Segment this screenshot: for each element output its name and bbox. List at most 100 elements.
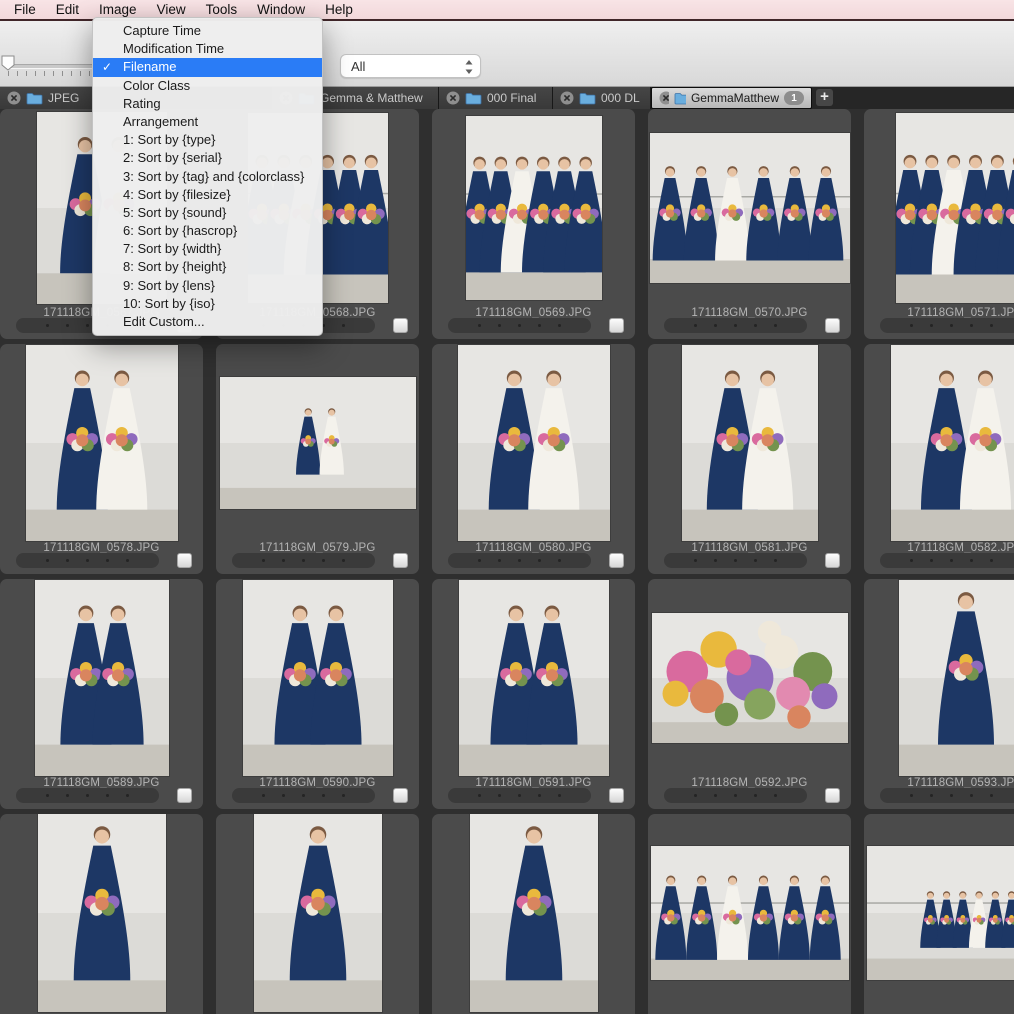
photo-thumbnail[interactable] — [864, 109, 1014, 307]
rating-dot[interactable] — [262, 794, 265, 797]
photo-thumbnail[interactable] — [216, 814, 419, 1012]
rating-dot[interactable] — [734, 324, 737, 327]
menu-item-edit-custom[interactable]: Edit Custom... — [93, 313, 322, 331]
tag-checkbox[interactable] — [177, 553, 192, 568]
menu-item-10-sort-by-iso[interactable]: 10: Sort by {iso} — [93, 295, 322, 313]
rating-dot[interactable] — [734, 794, 737, 797]
rating-dot[interactable] — [106, 559, 109, 562]
rating-dot[interactable] — [950, 794, 953, 797]
close-tab-icon[interactable] — [7, 91, 21, 105]
rating-dot[interactable] — [342, 794, 345, 797]
rating-bar[interactable] — [16, 553, 159, 568]
rating-bar[interactable] — [664, 553, 807, 568]
tag-checkbox[interactable] — [177, 788, 192, 803]
menu-item-rating[interactable]: Rating — [93, 95, 322, 113]
rating-dot[interactable] — [538, 559, 541, 562]
rating-dot[interactable] — [518, 324, 521, 327]
rating-dot[interactable] — [694, 324, 697, 327]
rating-dot[interactable] — [86, 559, 89, 562]
rating-bar[interactable] — [880, 788, 1014, 803]
rating-dot[interactable] — [302, 559, 305, 562]
rating-bar[interactable] — [16, 788, 159, 803]
rating-dot[interactable] — [322, 794, 325, 797]
rating-dot[interactable] — [342, 324, 345, 327]
menubar-item-help[interactable]: Help — [315, 0, 363, 19]
rating-bar[interactable] — [448, 788, 591, 803]
rating-dot[interactable] — [46, 324, 49, 327]
photo-thumbnail[interactable] — [0, 814, 203, 1012]
rating-dot[interactable] — [694, 794, 697, 797]
rating-dot[interactable] — [714, 324, 717, 327]
rating-dot[interactable] — [990, 324, 993, 327]
rating-bar[interactable] — [448, 318, 591, 333]
tab-000-dl[interactable]: 000 DL — [553, 87, 651, 109]
rating-dot[interactable] — [518, 794, 521, 797]
rating-bar[interactable] — [880, 553, 1014, 568]
rating-dot[interactable] — [990, 559, 993, 562]
rating-bar[interactable] — [880, 318, 1014, 333]
tab-gemmamatthew[interactable]: GemmaMatthew 1 — [651, 87, 812, 109]
rating-dot[interactable] — [126, 794, 129, 797]
menubar-item-file[interactable]: File — [4, 0, 46, 19]
rating-bar[interactable] — [664, 788, 807, 803]
rating-dot[interactable] — [342, 559, 345, 562]
photo-thumbnail[interactable] — [864, 579, 1014, 777]
close-tab-icon[interactable] — [560, 91, 574, 105]
rating-bar[interactable] — [232, 553, 375, 568]
rating-dot[interactable] — [46, 794, 49, 797]
photo-thumbnail[interactable] — [432, 814, 635, 1012]
rating-bar[interactable] — [664, 318, 807, 333]
rating-dot[interactable] — [86, 794, 89, 797]
rating-dot[interactable] — [950, 324, 953, 327]
rating-dot[interactable] — [990, 794, 993, 797]
menu-item-6-sort-by-hascrop[interactable]: 6: Sort by {hascrop} — [93, 222, 322, 240]
tag-checkbox[interactable] — [609, 788, 624, 803]
photo-thumbnail[interactable] — [432, 109, 635, 307]
add-tab-button[interactable]: + — [816, 89, 833, 106]
photo-thumbnail[interactable] — [648, 109, 851, 307]
menu-item-color-class[interactable]: Color Class — [93, 77, 322, 95]
rating-dot[interactable] — [66, 794, 69, 797]
menu-item-5-sort-by-sound[interactable]: 5: Sort by {sound} — [93, 204, 322, 222]
menu-item-4-sort-by-filesize[interactable]: 4: Sort by {filesize} — [93, 186, 322, 204]
rating-dot[interactable] — [774, 794, 777, 797]
rating-bar[interactable] — [448, 553, 591, 568]
photo-thumbnail[interactable] — [864, 344, 1014, 542]
rating-dot[interactable] — [498, 794, 501, 797]
rating-dot[interactable] — [970, 324, 973, 327]
rating-dot[interactable] — [910, 559, 913, 562]
rating-dot[interactable] — [86, 324, 89, 327]
close-tab-icon[interactable] — [659, 91, 669, 105]
rating-dot[interactable] — [322, 559, 325, 562]
photo-thumbnail[interactable] — [648, 344, 851, 542]
menu-item-capture-time[interactable]: Capture Time — [93, 22, 322, 40]
rating-dot[interactable] — [126, 559, 129, 562]
rating-dot[interactable] — [754, 324, 757, 327]
rating-dot[interactable] — [478, 794, 481, 797]
rating-dot[interactable] — [734, 559, 737, 562]
rating-dot[interactable] — [558, 324, 561, 327]
rating-dot[interactable] — [302, 794, 305, 797]
rating-dot[interactable] — [478, 324, 481, 327]
photo-thumbnail[interactable] — [0, 344, 203, 542]
thumbnail-size-slider-thumb[interactable] — [1, 55, 15, 71]
rating-dot[interactable] — [538, 324, 541, 327]
photo-thumbnail[interactable] — [432, 579, 635, 777]
menu-item-2-sort-by-serial[interactable]: 2: Sort by {serial} — [93, 149, 322, 167]
rating-dot[interactable] — [774, 324, 777, 327]
rating-dot[interactable] — [910, 324, 913, 327]
rating-dot[interactable] — [558, 559, 561, 562]
menubar-item-edit[interactable]: Edit — [46, 0, 89, 19]
rating-dot[interactable] — [970, 794, 973, 797]
menu-item-9-sort-by-lens[interactable]: 9: Sort by {lens} — [93, 277, 322, 295]
rating-dot[interactable] — [714, 794, 717, 797]
photo-thumbnail[interactable] — [648, 814, 851, 1012]
rating-dot[interactable] — [930, 794, 933, 797]
menu-item-1-sort-by-type[interactable]: 1: Sort by {type} — [93, 131, 322, 149]
rating-dot[interactable] — [950, 559, 953, 562]
tab-000-final[interactable]: 000 Final — [439, 87, 553, 109]
photo-thumbnail[interactable] — [648, 579, 851, 777]
rating-dot[interactable] — [282, 794, 285, 797]
tag-checkbox[interactable] — [825, 553, 840, 568]
rating-dot[interactable] — [538, 794, 541, 797]
